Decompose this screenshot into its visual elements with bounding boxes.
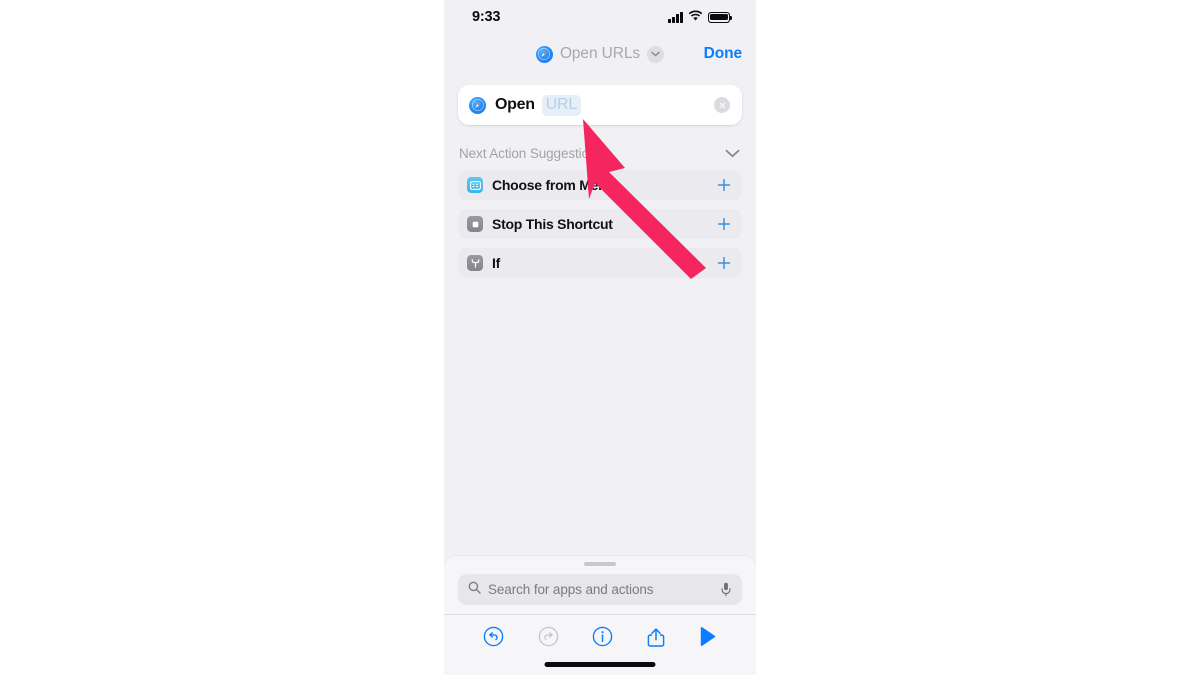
navigation-bar: Open URLs Done	[444, 34, 756, 74]
editor-toolbar	[444, 615, 756, 659]
chevron-down-icon[interactable]	[725, 149, 740, 158]
shortcut-title-group[interactable]: Open URLs	[535, 45, 665, 63]
phone-screen: 9:33 Open URLs Done Open URL Next Action…	[444, 0, 756, 675]
search-input[interactable]: Search for apps and actions	[458, 574, 742, 605]
battery-full-icon	[708, 11, 733, 23]
list-item[interactable]: Choose from Menu	[458, 170, 742, 200]
shortcut-editor-content: Open URL Next Action Suggestions Choose …	[444, 85, 756, 278]
undo-button[interactable]	[483, 626, 504, 647]
wifi-icon	[688, 8, 703, 26]
run-button[interactable]	[699, 626, 717, 647]
next-action-suggestions-header[interactable]: Next Action Suggestions	[458, 142, 742, 164]
info-button[interactable]	[592, 626, 613, 647]
plus-icon[interactable]	[717, 178, 731, 192]
suggestions-title: Next Action Suggestions	[459, 145, 604, 161]
branch-if-icon	[467, 255, 483, 271]
list-item[interactable]: Stop This Shortcut	[458, 209, 742, 239]
search-icon	[468, 581, 481, 599]
suggestions-list: Choose from Menu Stop This Shortcut If	[458, 170, 742, 278]
stop-square-icon	[467, 216, 483, 232]
home-indicator	[544, 662, 656, 667]
search-placeholder: Search for apps and actions	[488, 582, 654, 597]
safari-compass-icon	[469, 96, 486, 114]
chevron-down-icon[interactable]	[647, 45, 665, 63]
list-item-label: Choose from Menu	[492, 177, 615, 193]
plus-icon[interactable]	[717, 217, 731, 231]
bottom-sheet: Search for apps and actions	[444, 556, 756, 675]
status-bar: 9:33	[444, 0, 756, 34]
list-item-label: Stop This Shortcut	[492, 216, 613, 232]
menu-list-icon	[467, 177, 483, 193]
plus-icon[interactable]	[717, 256, 731, 270]
done-button[interactable]: Done	[704, 45, 742, 63]
action-card-open-url[interactable]: Open URL	[458, 85, 742, 125]
share-button[interactable]	[647, 626, 665, 648]
microphone-icon[interactable]	[721, 582, 731, 597]
url-parameter-token[interactable]: URL	[541, 94, 582, 116]
cellular-bars-icon	[668, 11, 683, 23]
redo-button[interactable]	[538, 626, 559, 647]
page-title: Open URLs	[559, 45, 641, 62]
safari-compass-icon	[535, 45, 553, 63]
list-item-label: If	[492, 255, 501, 271]
status-bar-time: 9:33	[472, 9, 501, 25]
screenshot-canvas: 9:33 Open URLs Done Open URL Next Action…	[0, 0, 1200, 675]
close-circle-icon[interactable]	[714, 97, 730, 113]
status-bar-icons	[668, 8, 733, 26]
action-label: Open	[495, 96, 535, 113]
list-item[interactable]: If	[458, 248, 742, 278]
sheet-grabber[interactable]	[584, 562, 616, 566]
